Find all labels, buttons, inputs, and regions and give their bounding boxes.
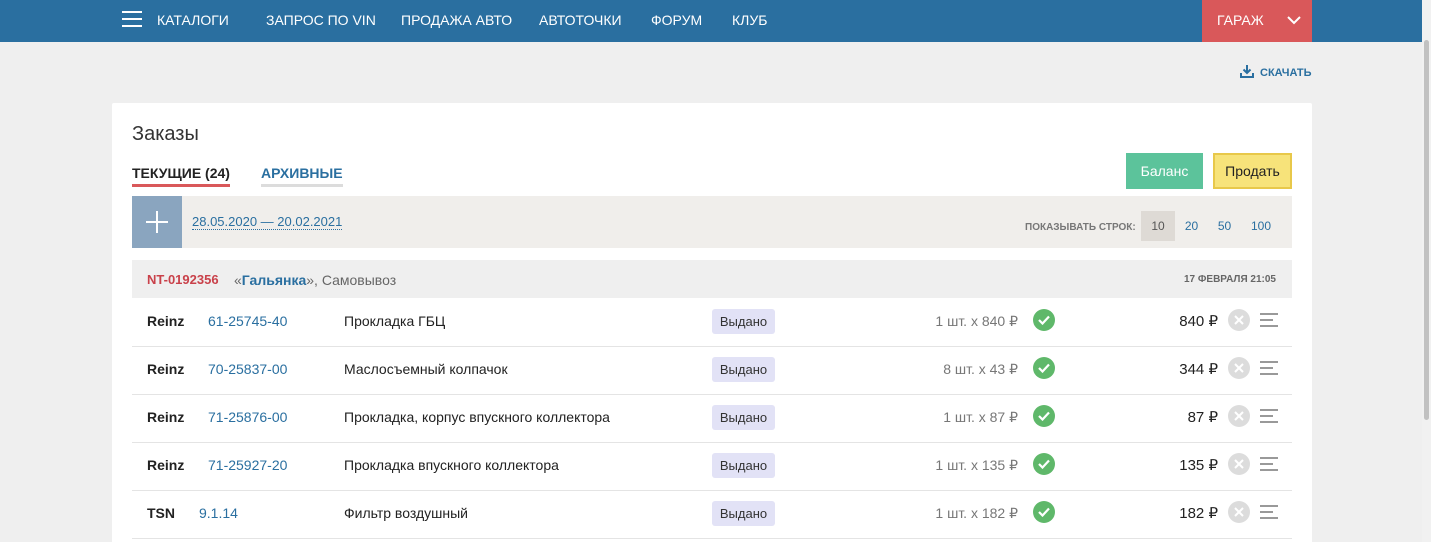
order-store: «Гальянка», Самовывоз (234, 272, 396, 288)
menu-icon[interactable] (122, 11, 142, 27)
item-name: Прокладка, корпус впускного коллектора (344, 409, 610, 425)
sell-button[interactable]: Продать (1213, 153, 1292, 189)
order-item-row: Reinz 70-25837-00 Маслосъемный колпачок … (132, 347, 1292, 395)
order-item-row: Reinz 61-25745-40 Прокладка ГБЦ Выдано 1… (132, 299, 1292, 347)
item-name: Маслосъемный колпачок (344, 361, 508, 377)
tab-current[interactable]: ТЕКУЩИЕ (24) (132, 165, 230, 187)
item-part-link[interactable]: 61-25745-40 (208, 313, 287, 329)
row-menu-icon[interactable] (1260, 361, 1278, 375)
item-total: 182 ₽ (1179, 505, 1218, 522)
add-filter-button[interactable] (132, 196, 182, 248)
order-item-row: Reinz 71-25927-20 Прокладка впускного ко… (132, 443, 1292, 491)
download-label: СКАЧАТЬ (1260, 67, 1312, 79)
item-total: 344 ₽ (1179, 361, 1218, 378)
status-badge: Выдано (712, 309, 775, 334)
item-quantity-price: 1 шт. х 182 ₽ (935, 505, 1018, 521)
page-size-100[interactable]: 100 (1241, 211, 1281, 241)
item-part-link[interactable]: 71-25927-20 (208, 457, 287, 473)
item-brand: Reinz (147, 457, 185, 473)
item-quantity-price: 1 шт. х 135 ₽ (935, 457, 1018, 473)
garage-dropdown[interactable]: ГАРАЖ (1202, 0, 1312, 42)
item-part-link[interactable]: 71-25876-00 (208, 409, 287, 425)
item-quantity-price: 1 шт. х 87 ₽ (943, 409, 1018, 425)
row-menu-icon[interactable] (1260, 313, 1278, 327)
cancel-icon[interactable] (1228, 357, 1250, 379)
item-brand: TSN (147, 505, 175, 521)
download-icon (1240, 65, 1254, 78)
item-quantity-price: 8 шт. х 43 ₽ (943, 361, 1018, 377)
item-total: 135 ₽ (1179, 457, 1218, 474)
status-badge: Выдано (712, 357, 775, 382)
order-id-link[interactable]: NT-0192356 (147, 272, 219, 287)
item-part-link[interactable]: 70-25837-00 (208, 361, 287, 377)
store-delivery-type: », Самовывоз (306, 272, 397, 288)
page-scrollbar[interactable] (1422, 0, 1431, 542)
page-title: Заказы (132, 123, 199, 145)
item-total: 840 ₽ (1179, 313, 1218, 330)
nav-catalogs[interactable]: КАТАЛОГИ (157, 0, 229, 42)
check-icon (1033, 405, 1055, 427)
check-icon (1033, 357, 1055, 379)
nav-vin-request[interactable]: ЗАПРОС ПО VIN (266, 0, 376, 42)
item-quantity-price: 1 шт. х 840 ₽ (935, 313, 1018, 329)
item-name: Прокладка ГБЦ (344, 313, 446, 329)
order-header: NT-0192356 «Гальянка», Самовывоз 17 ФЕВР… (132, 260, 1292, 298)
store-name-link[interactable]: Гальянка (242, 272, 306, 288)
store-quote-open: « (234, 272, 242, 288)
item-total: 87 ₽ (1187, 409, 1218, 426)
check-icon (1033, 501, 1055, 523)
nav-car-sale[interactable]: ПРОДАЖА АВТО (401, 0, 512, 42)
item-brand: Reinz (147, 409, 185, 425)
item-brand: Reinz (147, 313, 185, 329)
item-brand: Reinz (147, 361, 185, 377)
nav-autopoints[interactable]: АВТОТОЧКИ (539, 0, 622, 42)
order-item-row: TSN 9.1.14 Фильтр воздушный Выдано 1 шт.… (132, 491, 1292, 539)
chevron-down-icon (1287, 16, 1301, 25)
row-menu-icon[interactable] (1260, 505, 1278, 519)
order-date: 17 ФЕВРАЛЯ 21:05 (1183, 274, 1276, 285)
balance-button[interactable]: Баланс (1126, 153, 1203, 189)
orders-card: Заказы ТЕКУЩИЕ (24) АРХИВНЫЕ Баланс Прод… (112, 103, 1312, 542)
page-size-50[interactable]: 50 (1208, 211, 1241, 241)
page-size-20[interactable]: 20 (1175, 211, 1208, 241)
row-menu-icon[interactable] (1260, 409, 1278, 423)
garage-label: ГАРАЖ (1217, 12, 1264, 28)
cancel-icon[interactable] (1228, 405, 1250, 427)
rows-per-page-label: ПОКАЗЫВАТЬ СТРОК: (1025, 222, 1136, 233)
status-badge: Выдано (712, 453, 775, 478)
cancel-icon[interactable] (1228, 309, 1250, 331)
item-part-link[interactable]: 9.1.14 (199, 505, 238, 521)
order-item-row: Reinz 71-25876-00 Прокладка, корпус впус… (132, 395, 1292, 443)
status-badge: Выдано (712, 405, 775, 430)
check-icon (1033, 309, 1055, 331)
top-nav: КАТАЛОГИ ЗАПРОС ПО VIN ПРОДАЖА АВТО АВТО… (0, 0, 1422, 42)
check-icon (1033, 453, 1055, 475)
date-range-picker[interactable]: 28.05.2020 — 20.02.2021 (192, 214, 343, 230)
scrollbar-thumb[interactable] (1424, 40, 1429, 420)
filter-bar: 28.05.2020 — 20.02.2021 ПОКАЗЫВАТЬ СТРОК… (132, 196, 1292, 248)
page-size-10[interactable]: 10 (1141, 211, 1175, 241)
cancel-icon[interactable] (1228, 453, 1250, 475)
nav-club[interactable]: КЛУБ (732, 0, 767, 42)
item-name: Прокладка впускного коллектора (344, 457, 559, 473)
tab-archive[interactable]: АРХИВНЫЕ (261, 165, 343, 187)
nav-forum[interactable]: ФОРУМ (651, 0, 702, 42)
status-badge: Выдано (712, 501, 775, 526)
item-name: Фильтр воздушный (344, 505, 468, 521)
row-menu-icon[interactable] (1260, 457, 1278, 471)
cancel-icon[interactable] (1228, 501, 1250, 523)
